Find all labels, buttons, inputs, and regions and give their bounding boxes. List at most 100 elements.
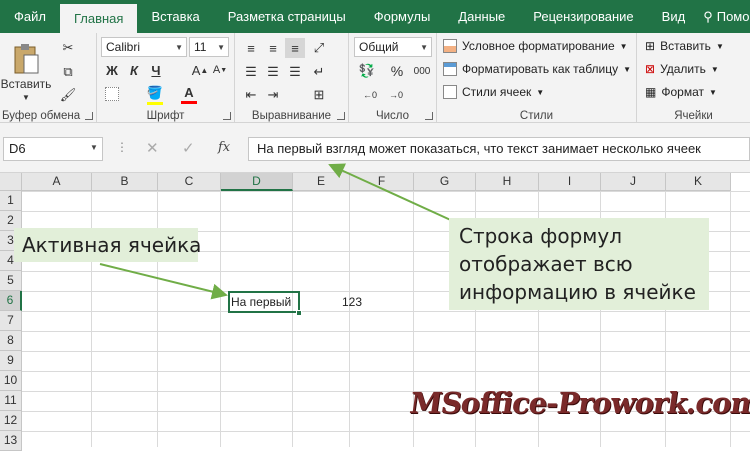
align-center-icon[interactable]: ☰ xyxy=(263,62,283,82)
borders-icon[interactable] xyxy=(103,85,121,103)
font-color-bar xyxy=(181,101,197,104)
row-header-12[interactable]: 12 xyxy=(0,411,22,431)
thousands-button[interactable]: 000 xyxy=(411,61,433,81)
row-header-1[interactable]: 1 xyxy=(0,191,22,211)
enter-icon[interactable]: ✓ xyxy=(182,139,195,157)
increase-decimal-icon[interactable]: ←0 xyxy=(359,85,381,105)
column-header-g[interactable]: G xyxy=(414,173,476,191)
row-header-8[interactable]: 8 xyxy=(0,331,22,351)
group-cells: ⊞ Вставить ▼ ⊠ Удалить ▼ ▦ Формат ▼ Ячейки xyxy=(637,33,750,123)
dialog-launcher-icon[interactable] xyxy=(85,112,93,120)
fill-handle[interactable] xyxy=(296,310,302,316)
insert-cells-button[interactable]: ⊞ Вставить ▼ xyxy=(645,39,724,53)
group-label-alignment: Выравнивание xyxy=(251,110,332,122)
cut-icon[interactable]: ✂ xyxy=(58,38,78,58)
column-header-i[interactable]: I xyxy=(539,173,601,191)
tab-help[interactable]: ⚲ Помощн xyxy=(699,0,750,33)
column-header-h[interactable]: H xyxy=(476,173,539,191)
decrease-font-icon[interactable]: A ▼ xyxy=(211,61,229,79)
column-header-k[interactable]: K xyxy=(666,173,731,191)
group-label-font: Шрифт xyxy=(146,110,185,122)
row-header-6[interactable]: 6 xyxy=(0,291,22,311)
fill-color-icon[interactable]: 🪣 xyxy=(145,83,165,103)
number-format-select[interactable]: Общий ▼ xyxy=(354,37,432,57)
currency-icon[interactable]: 💱 xyxy=(355,61,379,81)
decrease-indent-icon[interactable]: ⇤ xyxy=(241,85,261,105)
copy-icon[interactable]: ⧉ xyxy=(58,62,78,82)
increase-font-icon[interactable]: A ▲ xyxy=(191,61,209,79)
chevron-down-icon: ▼ xyxy=(217,42,225,52)
column-header-j[interactable]: J xyxy=(601,173,666,191)
align-right-icon[interactable]: ☰ xyxy=(285,62,305,82)
row-header-13[interactable]: 13 xyxy=(0,431,22,451)
cell-styles-button[interactable]: Стили ячеек ▼ xyxy=(443,85,544,99)
column-header-a[interactable]: A xyxy=(22,173,92,191)
dialog-launcher-icon[interactable] xyxy=(337,112,345,120)
conditional-formatting-button[interactable]: Условное форматирование ▼ xyxy=(443,39,628,53)
tab-formulas[interactable]: Формулы xyxy=(360,0,445,33)
paste-button[interactable]: Вставить ▼ xyxy=(1,37,51,107)
formula-bar: D6 ▼ ⋮ ✕ ✓ fx На первый взгляд может пок… xyxy=(0,123,750,173)
dialog-launcher-icon[interactable] xyxy=(425,112,433,120)
format-cells-button[interactable]: ▦ Формат ▼ xyxy=(645,85,717,99)
align-left-icon[interactable]: ☰ xyxy=(241,62,261,82)
format-painter-icon[interactable]: 🖌 xyxy=(58,85,78,105)
font-size-select[interactable]: 11 ▼ xyxy=(189,37,229,57)
font-name-select[interactable]: Calibri ▼ xyxy=(101,37,187,57)
cancel-icon[interactable]: ✕ xyxy=(146,139,159,157)
column-header-e[interactable]: E xyxy=(293,173,350,191)
group-clipboard: Вставить ▼ ✂ ⧉ 🖌 Буфер обмена xyxy=(0,33,97,123)
delete-cells-label: Удалить xyxy=(660,62,706,76)
cell-styles-label: Стили ячеек xyxy=(462,85,532,99)
merge-cells-icon[interactable]: ⊞ xyxy=(309,85,329,105)
column-header-f[interactable]: F xyxy=(350,173,414,191)
format-as-table-label: Форматировать как таблицу xyxy=(462,62,619,76)
percent-button[interactable]: % xyxy=(387,61,407,81)
delete-cells-button[interactable]: ⊠ Удалить ▼ xyxy=(645,62,719,76)
font-color-icon[interactable]: A xyxy=(179,83,199,101)
format-cells-icon: ▦ xyxy=(645,85,657,99)
bold-button[interactable]: Ж xyxy=(103,61,121,79)
tab-review[interactable]: Рецензирование xyxy=(519,0,647,33)
row-header-5[interactable]: 5 xyxy=(0,271,22,291)
tab-page-layout[interactable]: Разметка страницы xyxy=(214,0,360,33)
orientation-icon[interactable]: ⤢ xyxy=(309,38,329,58)
group-label-number: Число xyxy=(375,110,410,122)
row-header-10[interactable]: 10 xyxy=(0,371,22,391)
chevron-down-icon: ▼ xyxy=(22,92,30,102)
column-header-c[interactable]: C xyxy=(158,173,221,191)
tab-insert[interactable]: Вставка xyxy=(137,0,213,33)
wrap-text-icon[interactable]: ↵ xyxy=(309,62,329,82)
group-label-clipboard: Буфер обмена xyxy=(2,110,81,122)
increase-indent-icon[interactable]: ⇥ xyxy=(263,85,283,105)
formula-input[interactable]: На первый взгляд может показаться, что т… xyxy=(248,137,750,161)
column-header-b[interactable]: B xyxy=(92,173,158,191)
italic-button[interactable]: К xyxy=(125,61,143,79)
group-styles: Условное форматирование ▼ Форматировать к… xyxy=(437,33,637,123)
tab-home[interactable]: Главная xyxy=(59,4,138,33)
callout-active-cell: Активная ячейка xyxy=(14,228,201,262)
select-all-button[interactable] xyxy=(0,173,22,191)
group-label-cells: Ячейки xyxy=(674,110,713,122)
decrease-decimal-icon[interactable]: →0 xyxy=(385,85,407,105)
tab-data[interactable]: Данные xyxy=(444,0,519,33)
align-bottom-icon[interactable]: ≡ xyxy=(285,38,305,58)
column-header-d[interactable]: D xyxy=(221,173,293,191)
align-middle-icon[interactable]: ≡ xyxy=(263,38,283,58)
dialog-launcher-icon[interactable] xyxy=(223,112,231,120)
row-header-9[interactable]: 9 xyxy=(0,351,22,371)
underline-button[interactable]: Ч xyxy=(147,61,165,79)
cell-e6[interactable]: 123 xyxy=(300,292,362,312)
row-header-7[interactable]: 7 xyxy=(0,311,22,331)
insert-function-button[interactable]: fx xyxy=(218,140,230,155)
tab-help-label: Помощн xyxy=(716,9,750,24)
chevron-down-icon[interactable]: ▼ xyxy=(90,143,98,152)
format-as-table-button[interactable]: Форматировать как таблицу ▼ xyxy=(443,62,631,76)
tab-file[interactable]: Файл xyxy=(0,0,60,33)
name-box[interactable]: D6 xyxy=(3,137,103,161)
fill-color-bar xyxy=(147,102,163,105)
chevron-down-icon: ▼ xyxy=(715,41,724,51)
row-header-11[interactable]: 11 xyxy=(0,391,22,411)
tab-view[interactable]: Вид xyxy=(648,0,700,33)
align-top-icon[interactable]: ≡ xyxy=(241,38,261,58)
